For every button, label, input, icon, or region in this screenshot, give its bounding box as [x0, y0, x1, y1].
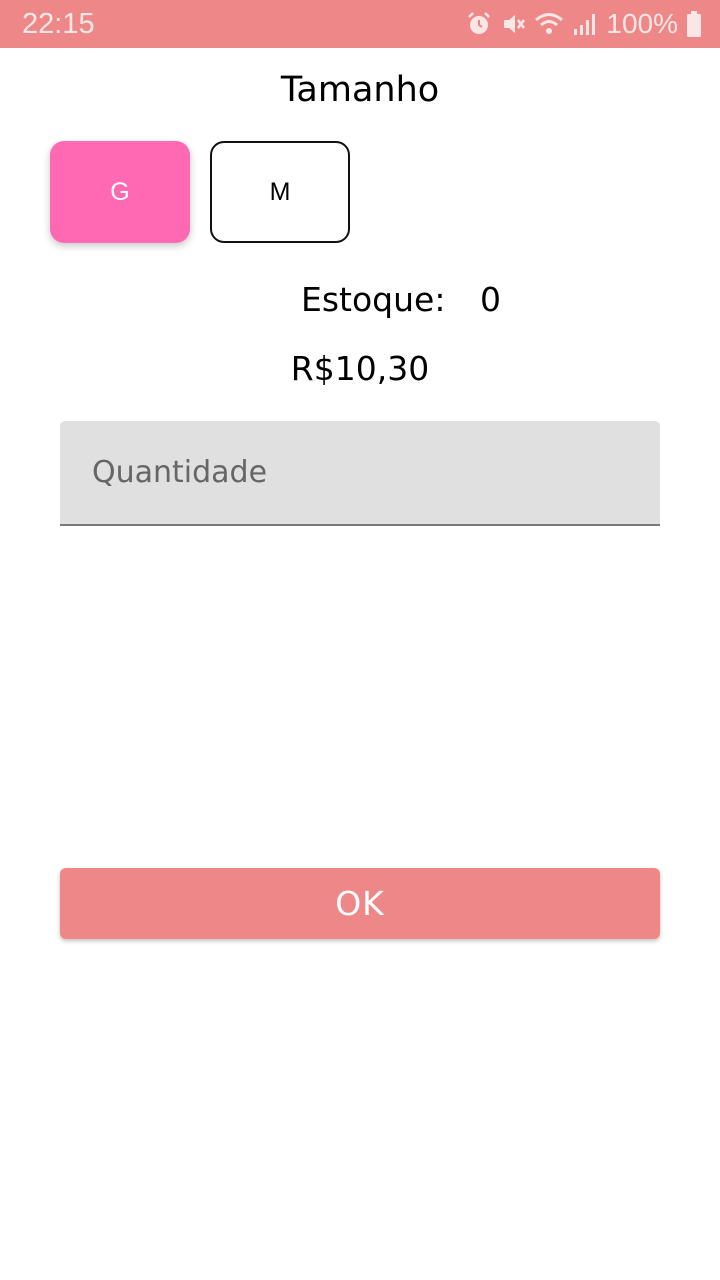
price: R$10,30 — [290, 349, 430, 388]
ok-button[interactable]: OK — [60, 868, 660, 939]
stock-value: 0 — [480, 280, 501, 319]
stock-label: Estoque: — [301, 280, 446, 319]
size-option-label: G — [110, 177, 130, 206]
size-option-m[interactable]: M — [210, 141, 350, 243]
vibrate-mute-icon — [500, 11, 526, 37]
quantity-field — [60, 421, 660, 526]
status-icons: 100% — [466, 8, 702, 40]
battery-percent: 100% — [606, 8, 678, 39]
signal-icon — [572, 11, 598, 37]
status-time: 22:15 — [22, 8, 95, 40]
product-size-screen: 22:15 100% Tamanho G M Estoque: 0 R$10,3… — [0, 0, 720, 1280]
alarm-icon — [466, 11, 492, 37]
battery-icon — [686, 10, 702, 38]
size-option-label: M — [269, 177, 291, 206]
size-option-g[interactable]: G — [50, 141, 190, 243]
size-title: Tamanho — [280, 70, 440, 110]
status-bar: 22:15 100% — [0, 0, 720, 48]
wifi-icon — [534, 11, 564, 37]
quantity-input[interactable] — [60, 421, 660, 524]
